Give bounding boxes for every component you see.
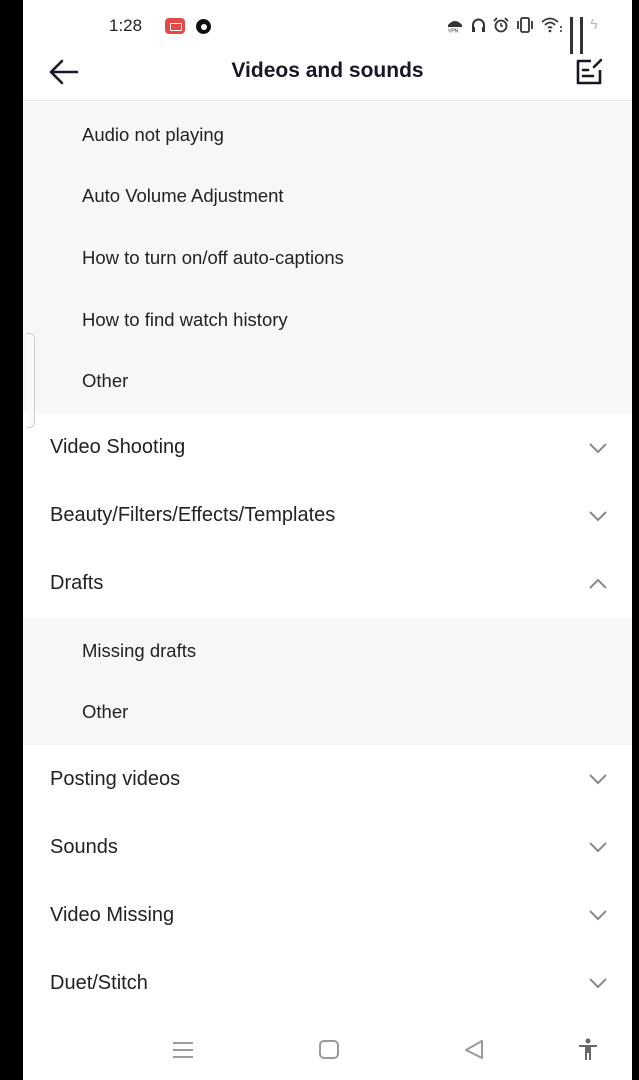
edit-feedback-icon xyxy=(576,58,603,85)
chrome-icon xyxy=(196,19,211,34)
section-label: Sounds xyxy=(50,835,118,858)
app-header: Videos and sounds xyxy=(23,45,632,101)
alarm-icon xyxy=(493,17,509,33)
section-video-missing[interactable]: Video Missing xyxy=(23,881,632,950)
svg-text:VPN: VPN xyxy=(448,29,459,34)
list-item[interactable]: Audio not playing xyxy=(23,104,632,166)
chevron-down-icon xyxy=(589,910,607,921)
list-item[interactable]: Auto Volume Adjustment xyxy=(23,166,632,228)
signal-icon xyxy=(570,17,574,54)
list-item-label: Auto Volume Adjustment xyxy=(82,185,284,207)
list-item[interactable]: Other xyxy=(23,682,632,744)
vpn-icon: VPN xyxy=(448,21,463,34)
drafts-subgroup: Missing drafts Other xyxy=(23,617,632,746)
system-back-button[interactable] xyxy=(460,1038,490,1062)
section-duet-stitch[interactable]: Duet/Stitch xyxy=(23,949,632,1018)
section-label: Duet/Stitch xyxy=(50,971,148,994)
list-item[interactable]: How to find watch history xyxy=(23,289,632,351)
list-item[interactable]: Missing drafts xyxy=(23,620,632,682)
chevron-down-icon xyxy=(589,511,607,522)
charging-icon: ϟ xyxy=(590,16,598,33)
status-bar: 1:28 VPN ϟ xyxy=(23,10,632,54)
recents-button[interactable] xyxy=(168,1038,198,1062)
faq-list: Audio not playing Auto Volume Adjustment… xyxy=(23,102,632,1018)
list-item-label: Other xyxy=(82,701,129,723)
page-title: Videos and sounds xyxy=(231,59,424,82)
section-drafts[interactable]: Drafts xyxy=(23,549,632,618)
status-icons: VPN ϟ xyxy=(446,16,598,54)
list-item[interactable]: Other xyxy=(23,350,632,412)
chevron-up-icon xyxy=(589,578,607,589)
accessibility-icon xyxy=(579,1038,597,1060)
feedback-button[interactable] xyxy=(574,57,604,87)
list-item-label: Audio not playing xyxy=(82,123,224,145)
expanded-subgroup-previous: Audio not playing Auto Volume Adjustment… xyxy=(23,102,632,414)
screen: 1:28 VPN ϟ Videos and sounds Audio not p… xyxy=(23,0,632,1080)
back-icon xyxy=(465,1040,483,1059)
recents-icon xyxy=(173,1042,193,1058)
wifi-icon xyxy=(541,17,563,33)
signal-icon xyxy=(580,17,584,54)
section-label: Beauty/Filters/Effects/Templates xyxy=(50,504,336,527)
list-item-label: Other xyxy=(82,370,129,392)
system-nav-bar xyxy=(23,1026,632,1080)
section-label: Video Missing xyxy=(50,903,175,926)
vibrate-icon xyxy=(517,17,533,33)
section-label: Drafts xyxy=(50,572,104,595)
edge-panel-handle[interactable] xyxy=(27,333,35,428)
list-item[interactable]: How to turn on/off auto-captions xyxy=(23,227,632,289)
section-beauty-filters[interactable]: Beauty/Filters/Effects/Templates xyxy=(23,481,632,550)
status-time: 1:28 xyxy=(109,16,143,35)
section-sounds[interactable]: Sounds xyxy=(23,813,632,882)
chevron-down-icon xyxy=(589,443,607,454)
chevron-down-icon xyxy=(589,774,607,785)
section-label: Video Shooting xyxy=(50,436,186,459)
accessibility-button[interactable] xyxy=(573,1038,603,1062)
section-label: Posting videos xyxy=(50,767,181,790)
chevron-down-icon xyxy=(589,842,607,853)
section-video-shooting[interactable]: Video Shooting xyxy=(23,413,632,482)
list-item-label: How to turn on/off auto-captions xyxy=(82,246,344,268)
home-icon xyxy=(319,1040,339,1059)
screen-recorder-icon xyxy=(165,18,185,34)
section-posting-videos[interactable]: Posting videos xyxy=(23,745,632,814)
headphones-icon xyxy=(472,18,486,32)
chevron-down-icon xyxy=(589,978,607,989)
home-button[interactable] xyxy=(314,1038,344,1062)
list-item-label: How to find watch history xyxy=(82,308,288,330)
list-item-label: Missing drafts xyxy=(82,639,197,661)
